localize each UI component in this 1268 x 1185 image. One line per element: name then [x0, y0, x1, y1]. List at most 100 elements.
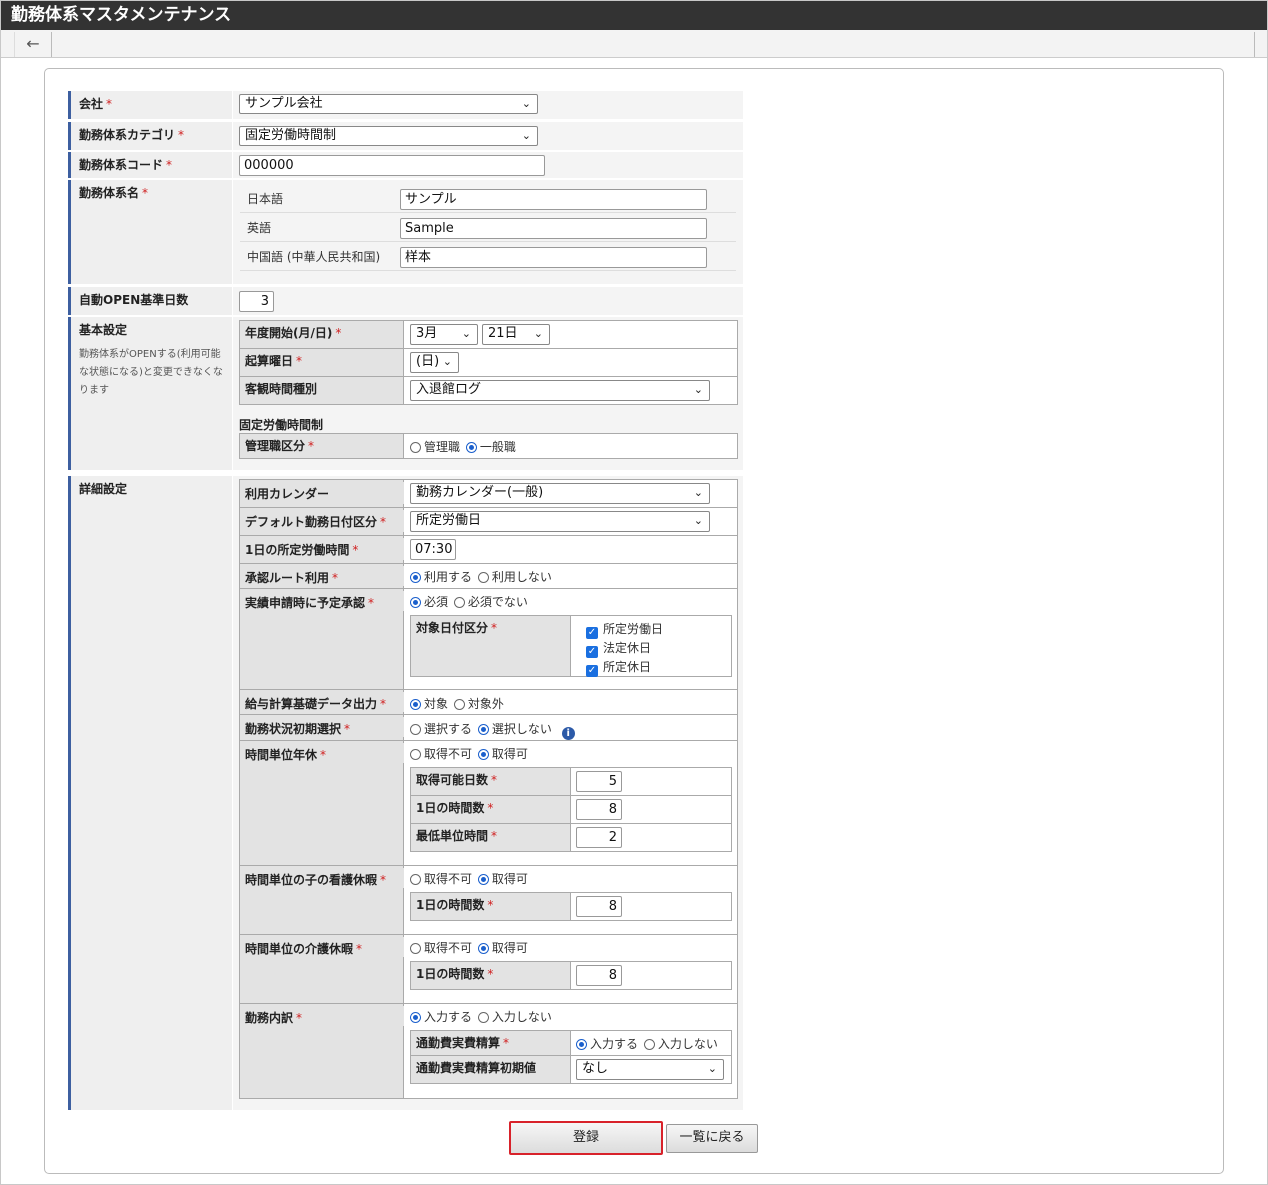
radio-manager[interactable] — [410, 442, 421, 453]
radio-breakdown-input[interactable] — [410, 1012, 421, 1023]
radio-status-noselect[interactable] — [477, 724, 489, 735]
nursing-care-radio-group: 取得不可 取得可 — [410, 939, 530, 956]
checkbox-row[interactable]: ✓ 法定休日 — [586, 639, 663, 658]
nursing-hours-input[interactable]: 8 — [576, 965, 622, 986]
radio-payroll-exclude[interactable] — [453, 699, 465, 710]
radio-plan-required[interactable] — [410, 597, 421, 608]
fiscal-day-select[interactable]: 21日 ⌄ — [482, 324, 550, 345]
chevron-down-icon: ⌄ — [707, 1062, 717, 1075]
basic-settings-label: 基本設定 勤務体系がOPENする(利用可能な状態になる)と変更できなくなります — [68, 317, 232, 470]
divider — [240, 714, 737, 715]
radio-nursing-no[interactable] — [410, 943, 421, 954]
checkbox-row[interactable]: ✓ 所定休日 — [586, 658, 663, 677]
info-icon[interactable]: i — [561, 727, 575, 740]
default-date-label: デフォルト勤務日付区分 — [240, 510, 404, 532]
hourly-days-label: 取得可能日数 — [411, 768, 571, 795]
nursing-hours-label: 1日の時間数 — [411, 962, 571, 989]
divider — [240, 212, 736, 213]
chevron-down-icon: ⌄ — [442, 355, 452, 368]
back-to-list-button[interactable]: 一覧に戻る — [666, 1124, 758, 1153]
auto-open-cell — [233, 287, 743, 315]
hourly-leave-radio-group: 取得不可 取得可 — [410, 745, 530, 762]
plan-approval-label: 実績申請時に予定承認 — [240, 591, 404, 611]
category-select[interactable]: 固定労働時間制 ⌄ — [239, 126, 538, 146]
child-care-label: 時間単位の子の看護休暇 — [240, 868, 404, 888]
lang-label-ja: 日本語 — [247, 192, 284, 206]
child-hours-input[interactable]: 8 — [576, 896, 622, 917]
radio-hourly-no[interactable] — [410, 749, 421, 760]
checkbox-checked-icon[interactable]: ✓ — [586, 627, 598, 639]
checkbox-checked-icon[interactable]: ✓ — [586, 665, 598, 677]
divider — [240, 740, 737, 741]
radio-commute-noinput[interactable] — [643, 1039, 655, 1050]
radio-child-yes[interactable] — [477, 874, 489, 885]
nursing-care-label: 時間単位の介護休暇 — [240, 937, 404, 957]
radio-breakdown-noinput[interactable] — [477, 1012, 489, 1023]
radio-hourly-yes[interactable] — [477, 749, 489, 760]
toolbar-divider — [1254, 32, 1264, 57]
name-zh-input[interactable]: 样本 — [400, 247, 707, 268]
radio-payroll-target[interactable] — [410, 699, 421, 710]
divider — [240, 934, 737, 935]
toolbar — [1, 30, 1267, 58]
objective-time-label: 客観時間種別 — [240, 377, 404, 404]
commute-initial-select[interactable]: なし ⌄ — [576, 1059, 724, 1080]
category-label: 勤務体系カテゴリ — [68, 122, 232, 150]
start-weekday-select[interactable]: (日) ⌄ — [410, 352, 459, 373]
basic-note: 勤務体系がOPENする(利用可能な状態になる)と変更できなくなります — [79, 349, 223, 396]
hourly-hours-input[interactable]: 8 — [576, 799, 622, 820]
chevron-down-icon: ⌄ — [461, 327, 471, 340]
checkbox-row[interactable]: ✓ 所定労働日 — [586, 620, 663, 639]
name-ja-input[interactable]: サンプル — [400, 189, 707, 210]
hourly-leave-label: 時間単位年休 — [240, 743, 404, 763]
approval-route-label: 承認ルート利用 — [240, 566, 404, 586]
default-date-select[interactable]: 所定労働日 ⌄ — [410, 511, 710, 532]
commute-initial-label: 通勤費実費精算初期値 — [411, 1056, 571, 1083]
divider — [240, 689, 737, 690]
divider — [240, 535, 737, 536]
radio-route-use[interactable] — [410, 572, 421, 583]
calendar-select[interactable]: 勤務カレンダー(一般) ⌄ — [410, 483, 710, 504]
back-arrow-icon[interactable]: ← — [14, 32, 52, 57]
hourly-min-label: 最低単位時間 — [411, 824, 571, 851]
lang-label-zh: 中国語 (中華人民共和国) — [247, 250, 381, 264]
chevron-down-icon: ⌄ — [533, 327, 543, 340]
divider — [240, 563, 737, 564]
checkbox-checked-icon[interactable]: ✓ — [586, 646, 598, 658]
name-en-input[interactable]: Sample — [400, 218, 707, 239]
radio-child-no[interactable] — [410, 874, 421, 885]
chevron-down-icon: ⌄ — [693, 486, 703, 499]
radio-general[interactable] — [465, 442, 477, 453]
breakdown-radio-group: 入力する 入力しない — [410, 1008, 554, 1025]
chevron-down-icon: ⌄ — [693, 514, 703, 527]
hourly-hours-label: 1日の時間数 — [411, 796, 571, 823]
divider — [240, 507, 737, 508]
objective-time-select[interactable]: 入退館ログ ⌄ — [410, 380, 710, 401]
code-input[interactable]: 000000 — [239, 155, 545, 176]
hourly-days-input[interactable]: 5 — [576, 771, 622, 792]
fiscal-month-select[interactable]: 3月 ⌄ — [410, 324, 478, 345]
radio-plan-not-required[interactable] — [453, 597, 465, 608]
calendar-label: 利用カレンダー — [240, 482, 404, 504]
company-select[interactable]: サンプル会社 ⌄ — [239, 94, 538, 114]
name-label: 勤務体系名 — [68, 180, 232, 284]
manager-class-label: 管理職区分 — [240, 434, 404, 458]
hourly-min-input[interactable]: 2 — [576, 827, 622, 848]
radio-commute-input[interactable] — [576, 1039, 587, 1050]
start-weekday-label: 起算曜日 — [240, 349, 404, 376]
radio-route-nouse[interactable] — [477, 572, 489, 583]
status-initial-label: 勤務状況初期選択 — [240, 717, 404, 737]
divider — [240, 241, 736, 242]
fixed-hours-section-title: 固定労働時間制 — [239, 418, 324, 432]
code-label: 勤務体系コード — [68, 152, 232, 178]
divider — [240, 865, 737, 866]
auto-open-input[interactable]: 3 — [239, 291, 274, 312]
radio-status-select[interactable] — [410, 724, 421, 735]
manager-class-radio-group: 管理職 一般職 — [410, 438, 518, 455]
radio-nursing-yes[interactable] — [477, 943, 489, 954]
daily-hours-input[interactable]: 07:30 — [410, 539, 456, 560]
detail-settings-label: 詳細設定 — [68, 476, 232, 1110]
register-button[interactable]: 登録 — [509, 1121, 663, 1155]
target-date-checkboxes: ✓ 所定労働日 ✓ 法定休日 ✓ 所定休日 — [586, 620, 663, 677]
chevron-down-icon: ⌄ — [521, 129, 531, 142]
